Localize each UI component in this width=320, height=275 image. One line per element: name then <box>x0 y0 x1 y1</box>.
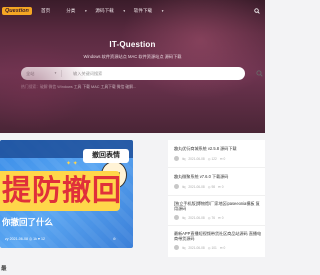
search-scope-select[interactable]: 全站 ▼ <box>26 70 62 77</box>
site-subtitle: Windows 软件资源站点 MAC 软件资源站点 源码下载 <box>83 54 182 59</box>
nav-item-source-download[interactable]: 源码下载 ▼ <box>95 8 125 14</box>
section-gap <box>0 133 160 140</box>
post-meta: itq 2021-06-08 ◎ 122 ✉ 0 <box>174 156 225 161</box>
avatar <box>174 245 179 250</box>
post-date: 2021-06-08 <box>188 215 205 220</box>
post-author: itq <box>182 184 186 189</box>
eye-icon: ◎ <box>207 215 211 220</box>
nav-item-categories[interactable]: 分类 ▼ <box>66 8 87 14</box>
hot-search-keywords[interactable]: 热门搜索：破解 微信 Windows 工具 下载 MAC 工具下载 微信 破解.… <box>21 85 136 90</box>
chevron-down-icon: ▼ <box>54 71 57 75</box>
comment-icon: ✉ <box>218 215 221 220</box>
post-comments: 0 <box>223 156 226 161</box>
post-author: itq <box>182 245 186 250</box>
avatar <box>174 215 179 220</box>
search-icon[interactable] <box>254 8 260 14</box>
banner-subheadline: 你撤回了什么 <box>2 217 54 227</box>
post-comments: 0 <box>223 245 226 250</box>
nav-item-software-download[interactable]: 软件下载 ▼ <box>134 8 164 14</box>
eye-icon: ◎ <box>207 245 211 250</box>
chevron-down-icon: ▼ <box>84 9 88 13</box>
nav-item-label: 首页 <box>41 8 51 13</box>
post-comments: 0 <box>221 184 224 189</box>
banner-meta: zy 2021-06-08 ◎ 1k ♥ 12 <box>5 237 46 241</box>
post-views: 101 <box>211 245 217 250</box>
comment-icon: ✉ <box>219 156 223 161</box>
chevron-down-icon: ▼ <box>122 9 126 13</box>
post-views: 98 <box>211 184 216 189</box>
post-title[interactable]: 趣丸优衍商城系统 v2.5.8 源码下载 <box>174 146 262 152</box>
section-heading: 最 <box>1 266 7 272</box>
comment-icon: ✉ <box>218 184 221 189</box>
featured-slide[interactable]: ✦ ✦ 撤回表情 提防撤回 你撤回了什么 <box>0 140 133 248</box>
post-views: 122 <box>211 156 217 161</box>
banner-headline: 提防撤回 <box>2 175 123 207</box>
share-icon[interactable]: ⊘ <box>113 237 116 241</box>
post-views: 76 <box>211 215 216 220</box>
banner-tag: 撤回表情 <box>83 149 129 163</box>
post-title[interactable]: 最新APP直播短视频带货社区商品站源码 直播电商带货源码 <box>174 231 262 242</box>
hero-banner: Question 首页 分类 ▼ 源码下载 ▼ 软件下载 ▼ IT-Question … <box>0 0 265 133</box>
top-navbar: Question 首页 分类 ▼ 源码下载 ▼ 软件下载 ▼ <box>0 0 265 22</box>
post-date: 2021-06-08 <box>188 184 205 189</box>
list-item[interactable]: [独立手机版]博物馆/厂家地区ipaseeonia模板 复用源码 itq 202… <box>168 196 265 226</box>
nav-item-label: 软件下载 <box>133 8 153 13</box>
search-icon[interactable] <box>256 70 263 77</box>
post-title[interactable]: [独立手机版]博物馆/厂家地区ipaseeonia模板 复用源码 <box>174 201 262 212</box>
nav-item-label: 分类 <box>66 8 76 13</box>
chevron-down-icon: ▼ <box>161 9 165 13</box>
list-item[interactable]: 趣丸微聚系统 v7.6.0 下载源码 itq 2021-06-08 ◎ 98 ✉… <box>168 168 265 196</box>
eye-icon: ◎ <box>207 156 211 161</box>
site-title: IT-Question <box>109 40 156 49</box>
post-meta: itq 2021-06-08 ◎ 76 ✉ 0 <box>174 215 223 220</box>
nav-item-label: 源码下载 <box>95 8 114 13</box>
post-meta: itq 2021-06-08 ◎ 101 ✉ 0 <box>174 245 225 250</box>
avatar <box>174 184 179 189</box>
post-date: 2021-06-08 <box>188 156 205 161</box>
search-box: 全站 ▼ 输入关键词搜索 <box>21 67 263 80</box>
site-logo[interactable]: Question <box>2 7 32 15</box>
main-nav: 首页 分类 ▼ 源码下载 ▼ 软件下载 ▼ <box>41 8 172 14</box>
post-title[interactable]: 趣丸微聚系统 v7.6.0 下载源码 <box>174 174 262 180</box>
post-author: itq <box>182 215 186 220</box>
comment-icon: ✉ <box>219 245 223 250</box>
search-input[interactable]: 输入关键词搜索 <box>73 70 102 77</box>
nav-item-home[interactable]: 首页 <box>41 8 58 14</box>
post-list: 趣丸优衍商城系统 v2.5.8 源码下载 itq 2021-06-08 ◎ 12… <box>168 140 265 257</box>
avatar <box>174 156 179 161</box>
post-comments: 0 <box>221 215 224 220</box>
list-item[interactable]: 趣丸优衍商城系统 v2.5.8 源码下载 itq 2021-06-08 ◎ 12… <box>168 140 265 168</box>
list-item[interactable]: 最新APP直播短视频带货社区商品站源码 直播电商带货源码 itq 2021-06… <box>168 226 265 257</box>
post-author: itq <box>182 156 186 161</box>
post-meta: itq 2021-06-08 ◎ 98 ✉ 0 <box>174 184 223 189</box>
search-scope-value: 全站 <box>26 71 35 76</box>
sparkle-icon: ✦ ✦ <box>66 161 78 167</box>
post-date: 2021-06-08 <box>188 245 205 250</box>
eye-icon: ◎ <box>207 184 211 189</box>
